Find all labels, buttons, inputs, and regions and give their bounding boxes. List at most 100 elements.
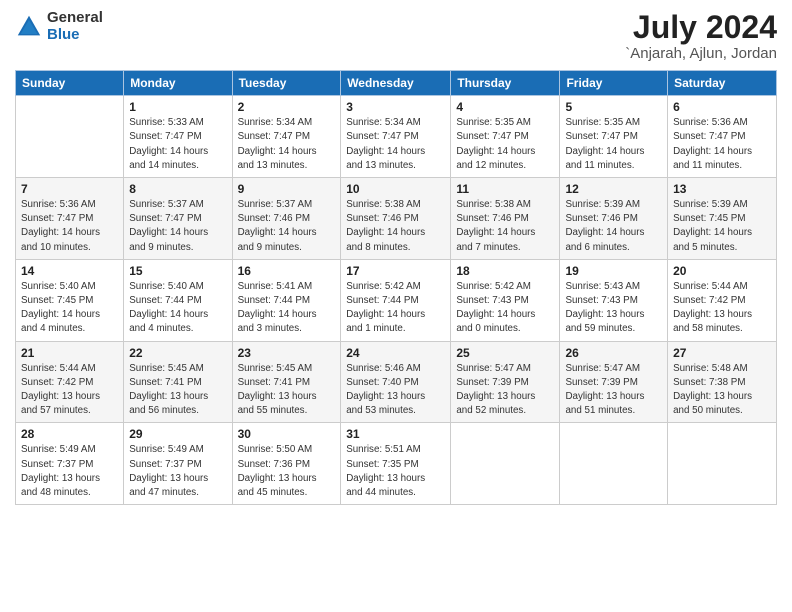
day-info: Sunrise: 5:45 AM Sunset: 7:41 PM Dayligh… <box>238 362 336 419</box>
day-info: Sunrise: 5:35 AM Sunset: 7:47 PM Dayligh… <box>565 116 662 173</box>
col-wednesday: Wednesday <box>341 71 451 96</box>
day-cell: 6Sunrise: 5:36 AM Sunset: 7:47 PM Daylig… <box>668 96 777 178</box>
calendar-title: July 2024 <box>625 10 777 45</box>
day-info: Sunrise: 5:40 AM Sunset: 7:44 PM Dayligh… <box>129 280 226 337</box>
header: General Blue July 2024 `Anjarah, Ajlun, … <box>15 10 777 62</box>
day-cell: 30Sunrise: 5:50 AM Sunset: 7:36 PM Dayli… <box>232 423 341 505</box>
day-cell: 1 Sunrise: 5:33 AM Sunset: 7:47 PM Daylig… <box>124 96 232 178</box>
day-info: Sunrise: 5:34 AM Sunset: 7:47 PM Dayligh… <box>346 116 445 173</box>
day-cell: 25 Sunrise: 5:47 AM Sunset: 7:39 PM Dayli… <box>451 341 560 423</box>
day-cell: 4Sunrise: 5:35 AM Sunset: 7:47 PM Daylig… <box>451 96 560 178</box>
day-info: Sunrise: 5:45 AM Sunset: 7:41 PM Dayligh… <box>129 362 226 419</box>
day-cell: 26Sunrise: 5:47 AM Sunset: 7:39 PM Dayli… <box>560 341 668 423</box>
day-number: 29 <box>129 427 226 441</box>
day-cell: 18Sunrise: 5:42 AM Sunset: 7:43 PM Dayli… <box>451 259 560 341</box>
day-number: 27 <box>673 346 771 360</box>
day-cell: 23 Sunrise: 5:45 AM Sunset: 7:41 PM Dayli… <box>232 341 341 423</box>
col-tuesday: Tuesday <box>232 71 341 96</box>
day-number: 24 <box>346 346 445 360</box>
week-row-1: 1 Sunrise: 5:33 AM Sunset: 7:47 PM Daylig… <box>16 96 777 178</box>
day-cell: 3 Sunrise: 5:34 AM Sunset: 7:47 PM Daylig… <box>341 96 451 178</box>
day-info: Sunrise: 5:37 AM Sunset: 7:46 PM Dayligh… <box>238 198 336 255</box>
day-info: Sunrise: 5:40 AM Sunset: 7:45 PM Dayligh… <box>21 280 118 337</box>
day-info: Sunrise: 5:51 AM Sunset: 7:35 PM Dayligh… <box>346 443 445 500</box>
day-number: 17 <box>346 264 445 278</box>
day-cell: 24Sunrise: 5:46 AM Sunset: 7:40 PM Dayli… <box>341 341 451 423</box>
day-number: 3 <box>346 100 445 114</box>
day-info: Sunrise: 5:38 AM Sunset: 7:46 PM Dayligh… <box>456 198 554 255</box>
day-info: Sunrise: 5:36 AM Sunset: 7:47 PM Dayligh… <box>673 116 771 173</box>
day-cell: 13 Sunrise: 5:39 AM Sunset: 7:45 PM Dayli… <box>668 178 777 260</box>
week-row-3: 14 Sunrise: 5:40 AM Sunset: 7:45 PM Dayli… <box>16 259 777 341</box>
day-number: 8 <box>129 182 226 196</box>
day-info: Sunrise: 5:48 AM Sunset: 7:38 PM Dayligh… <box>673 362 771 419</box>
logo-text: General Blue <box>47 10 103 43</box>
day-number: 20 <box>673 264 771 278</box>
day-info: Sunrise: 5:33 AM Sunset: 7:47 PM Dayligh… <box>129 116 226 173</box>
day-cell: 29 Sunrise: 5:49 AM Sunset: 7:37 PM Dayli… <box>124 423 232 505</box>
day-info: Sunrise: 5:39 AM Sunset: 7:45 PM Dayligh… <box>673 198 771 255</box>
day-info: Sunrise: 5:36 AM Sunset: 7:47 PM Dayligh… <box>21 198 118 255</box>
day-number: 25 <box>456 346 554 360</box>
page: General Blue July 2024 `Anjarah, Ajlun, … <box>0 0 792 612</box>
day-info: Sunrise: 5:50 AM Sunset: 7:36 PM Dayligh… <box>238 443 336 500</box>
day-cell <box>451 423 560 505</box>
day-number: 5 <box>565 100 662 114</box>
day-number: 19 <box>565 264 662 278</box>
day-info: Sunrise: 5:43 AM Sunset: 7:43 PM Dayligh… <box>565 280 662 337</box>
calendar-subtitle: `Anjarah, Ajlun, Jordan <box>625 45 777 62</box>
col-saturday: Saturday <box>668 71 777 96</box>
day-number: 4 <box>456 100 554 114</box>
day-info: Sunrise: 5:41 AM Sunset: 7:44 PM Dayligh… <box>238 280 336 337</box>
day-info: Sunrise: 5:47 AM Sunset: 7:39 PM Dayligh… <box>456 362 554 419</box>
day-number: 21 <box>21 346 118 360</box>
day-cell: 2Sunrise: 5:34 AM Sunset: 7:47 PM Daylig… <box>232 96 341 178</box>
day-number: 2 <box>238 100 336 114</box>
day-number: 22 <box>129 346 226 360</box>
calendar-table: Sunday Monday Tuesday Wednesday Thursday… <box>15 70 777 505</box>
day-cell: 19 Sunrise: 5:43 AM Sunset: 7:43 PM Dayli… <box>560 259 668 341</box>
day-number: 28 <box>21 427 118 441</box>
col-monday: Monday <box>124 71 232 96</box>
col-friday: Friday <box>560 71 668 96</box>
day-info: Sunrise: 5:42 AM Sunset: 7:43 PM Dayligh… <box>456 280 554 337</box>
title-block: July 2024 `Anjarah, Ajlun, Jordan <box>625 10 777 62</box>
col-thursday: Thursday <box>451 71 560 96</box>
day-cell: 20 Sunrise: 5:44 AM Sunset: 7:42 PM Dayli… <box>668 259 777 341</box>
day-number: 13 <box>673 182 771 196</box>
day-cell: 15 Sunrise: 5:40 AM Sunset: 7:44 PM Dayli… <box>124 259 232 341</box>
day-info: Sunrise: 5:42 AM Sunset: 7:44 PM Dayligh… <box>346 280 445 337</box>
day-info: Sunrise: 5:37 AM Sunset: 7:47 PM Dayligh… <box>129 198 226 255</box>
week-row-2: 7 Sunrise: 5:36 AM Sunset: 7:47 PM Daylig… <box>16 178 777 260</box>
day-cell: 7 Sunrise: 5:36 AM Sunset: 7:47 PM Daylig… <box>16 178 124 260</box>
day-cell: 21 Sunrise: 5:44 AM Sunset: 7:42 PM Dayli… <box>16 341 124 423</box>
day-cell: 16Sunrise: 5:41 AM Sunset: 7:44 PM Dayli… <box>232 259 341 341</box>
day-number: 12 <box>565 182 662 196</box>
day-number: 26 <box>565 346 662 360</box>
day-number: 31 <box>346 427 445 441</box>
day-number: 10 <box>346 182 445 196</box>
day-cell: 10 Sunrise: 5:38 AM Sunset: 7:46 PM Dayli… <box>341 178 451 260</box>
day-cell: 17 Sunrise: 5:42 AM Sunset: 7:44 PM Dayli… <box>341 259 451 341</box>
day-info: Sunrise: 5:44 AM Sunset: 7:42 PM Dayligh… <box>673 280 771 337</box>
day-cell: 14 Sunrise: 5:40 AM Sunset: 7:45 PM Dayli… <box>16 259 124 341</box>
day-info: Sunrise: 5:44 AM Sunset: 7:42 PM Dayligh… <box>21 362 118 419</box>
day-number: 1 <box>129 100 226 114</box>
week-row-5: 28 Sunrise: 5:49 AM Sunset: 7:37 PM Dayli… <box>16 423 777 505</box>
day-cell: 12 Sunrise: 5:39 AM Sunset: 7:46 PM Dayli… <box>560 178 668 260</box>
day-number: 11 <box>456 182 554 196</box>
week-row-4: 21 Sunrise: 5:44 AM Sunset: 7:42 PM Dayli… <box>16 341 777 423</box>
day-info: Sunrise: 5:39 AM Sunset: 7:46 PM Dayligh… <box>565 198 662 255</box>
day-number: 23 <box>238 346 336 360</box>
day-number: 9 <box>238 182 336 196</box>
day-info: Sunrise: 5:49 AM Sunset: 7:37 PM Dayligh… <box>129 443 226 500</box>
day-number: 7 <box>21 182 118 196</box>
day-cell <box>668 423 777 505</box>
day-cell: 8 Sunrise: 5:37 AM Sunset: 7:47 PM Daylig… <box>124 178 232 260</box>
day-cell: 22 Sunrise: 5:45 AM Sunset: 7:41 PM Dayli… <box>124 341 232 423</box>
day-number: 15 <box>129 264 226 278</box>
day-info: Sunrise: 5:49 AM Sunset: 7:37 PM Dayligh… <box>21 443 118 500</box>
day-info: Sunrise: 5:38 AM Sunset: 7:46 PM Dayligh… <box>346 198 445 255</box>
day-number: 14 <box>21 264 118 278</box>
logo-icon <box>15 13 43 41</box>
